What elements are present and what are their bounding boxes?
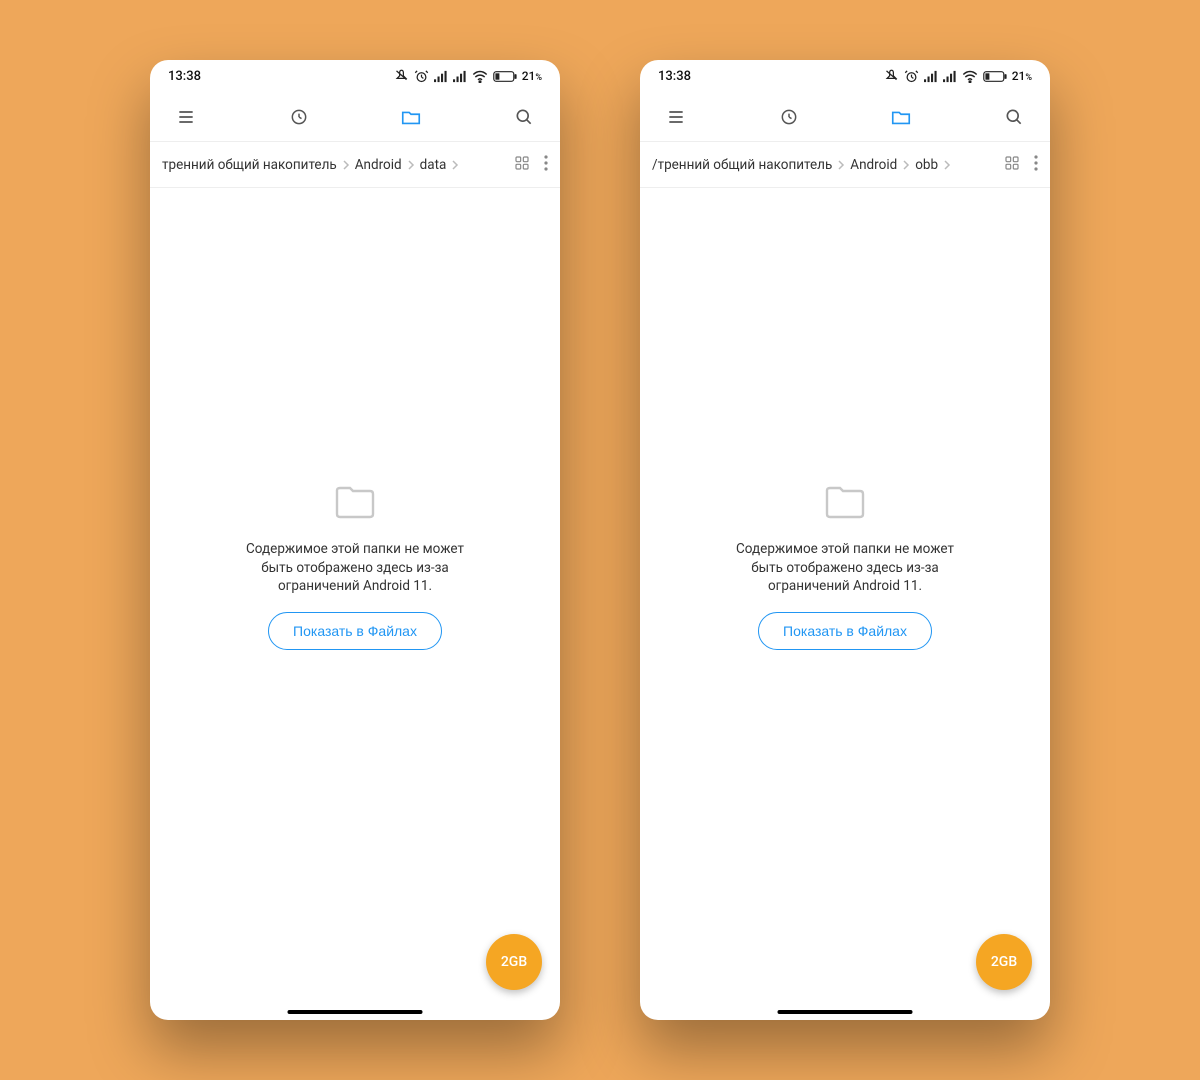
phone-screenshot: 13:38 21% — [640, 60, 1050, 1020]
alarm-icon — [904, 69, 919, 84]
battery-percent: 21% — [1012, 69, 1032, 83]
alarm-icon — [414, 69, 429, 84]
show-in-files-button[interactable]: Показать в Файлах — [758, 612, 932, 650]
battery-percent: 21% — [522, 69, 542, 83]
breadcrumb-seg[interactable]: Android — [355, 157, 402, 173]
status-icons: 21% — [394, 69, 542, 84]
empty-state: Содержимое этой папки не может быть отоб… — [725, 478, 965, 651]
breadcrumb[interactable]: /тренний общий накопитель Android obb — [640, 142, 1050, 188]
content-area: Содержимое этой папки не может быть отоб… — [640, 188, 1050, 1020]
more-button[interactable] — [544, 155, 548, 175]
home-indicator[interactable] — [288, 1010, 423, 1015]
tab-bar — [150, 92, 560, 142]
empty-message: Содержимое этой папки не может быть отоб… — [725, 540, 965, 597]
breadcrumb-seg[interactable]: obb — [915, 157, 938, 173]
recent-tab[interactable] — [769, 97, 809, 137]
status-time: 13:38 — [658, 69, 691, 84]
chevron-right-icon — [901, 160, 911, 170]
breadcrumb-seg[interactable]: тренний общий накопитель — [162, 157, 337, 173]
more-button[interactable] — [1034, 155, 1038, 175]
status-bar: 13:38 21% — [150, 60, 560, 92]
menu-button[interactable] — [656, 97, 696, 137]
mute-icon — [394, 69, 409, 84]
recent-tab[interactable] — [279, 97, 319, 137]
view-grid-button[interactable] — [514, 155, 530, 175]
folder-tab[interactable] — [391, 97, 431, 137]
folder-icon — [821, 478, 869, 526]
folder-tab[interactable] — [881, 97, 921, 137]
chevron-right-icon — [450, 160, 460, 170]
storage-fab[interactable]: 2GB — [976, 934, 1032, 990]
view-grid-button[interactable] — [1004, 155, 1020, 175]
menu-button[interactable] — [166, 97, 206, 137]
wifi-icon — [472, 70, 488, 83]
home-indicator[interactable] — [778, 1010, 913, 1015]
wifi-icon — [962, 70, 978, 83]
signal-icon-2 — [453, 70, 467, 83]
breadcrumb-seg[interactable]: /тренний общий накопитель — [652, 157, 832, 173]
status-icons: 21% — [884, 69, 1032, 84]
signal-icon-2 — [943, 70, 957, 83]
phone-screenshot: 13:38 21% — [150, 60, 560, 1020]
battery-icon — [983, 70, 1007, 83]
chevron-right-icon — [341, 160, 351, 170]
breadcrumb-seg[interactable]: Android — [850, 157, 897, 173]
status-time: 13:38 — [168, 69, 201, 84]
search-button[interactable] — [994, 97, 1034, 137]
show-in-files-button[interactable]: Показать в Файлах — [268, 612, 442, 650]
chevron-right-icon — [406, 160, 416, 170]
mute-icon — [884, 69, 899, 84]
storage-fab[interactable]: 2GB — [486, 934, 542, 990]
empty-state: Содержимое этой папки не может быть отоб… — [235, 478, 475, 651]
content-area: Содержимое этой папки не может быть отоб… — [150, 188, 560, 1020]
chevron-right-icon — [836, 160, 846, 170]
chevron-right-icon — [942, 160, 952, 170]
breadcrumb-seg[interactable]: data — [420, 157, 447, 173]
status-bar: 13:38 21% — [640, 60, 1050, 92]
breadcrumb[interactable]: тренний общий накопитель Android data — [150, 142, 560, 188]
battery-icon — [493, 70, 517, 83]
search-button[interactable] — [504, 97, 544, 137]
empty-message: Содержимое этой папки не может быть отоб… — [235, 540, 475, 597]
folder-icon — [331, 478, 379, 526]
tab-bar — [640, 92, 1050, 142]
signal-icon — [924, 70, 938, 83]
signal-icon — [434, 70, 448, 83]
